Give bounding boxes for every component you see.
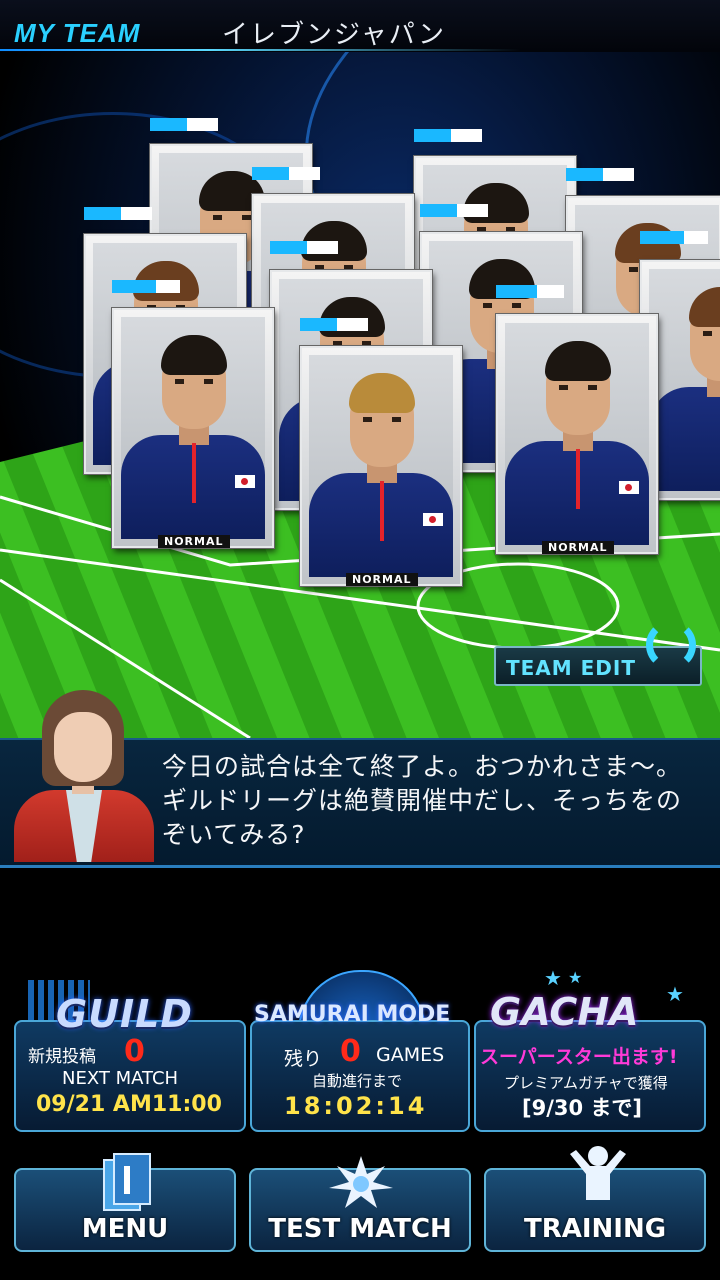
player-card[interactable]: NORMAL [496, 314, 658, 554]
stamina-gauge [414, 129, 482, 142]
gacha-panel[interactable]: ★ ★ ★ GACHA スーパースター出ます! プレミアムガチャで獲得 [9/3… [474, 966, 706, 1132]
card-rank: NORMAL [346, 573, 418, 586]
team-edit-label: TEAM EDIT [506, 656, 636, 680]
new-posts-count: 0 [124, 1034, 145, 1069]
burst-icon [329, 1156, 393, 1208]
stamina-gauge [300, 318, 368, 331]
japan-flag-icon [235, 475, 255, 488]
card-rank: NORMAL [158, 535, 230, 548]
stamina-gauge [270, 241, 338, 254]
stamina-gauge [252, 167, 320, 180]
stamina-gauge [150, 118, 218, 131]
samurai-mode-panel[interactable]: SAMURAI MODE 残り 0 GAMES 自動進行まで 18:02:14 [250, 970, 470, 1132]
samurai-mode-title: SAMURAI MODE [254, 1002, 451, 1027]
games-label: GAMES [376, 1044, 445, 1066]
assistant-avatar [14, 690, 154, 862]
menu-button[interactable]: MENU [14, 1153, 236, 1252]
japan-flag-icon [423, 513, 443, 526]
stamina-gauge [640, 231, 708, 244]
stamina-gauge [84, 207, 152, 220]
player-card[interactable]: NORMAL [300, 346, 462, 586]
stamina-gauge [420, 204, 488, 217]
screen: MY TEAM イレブンジャパン NORMAL NORMAL NORMAL TE… [0, 0, 720, 1280]
training-person-icon [570, 1146, 626, 1200]
team-edit-button[interactable]: TEAM EDIT [494, 620, 702, 686]
guild-panel[interactable]: GUILD 新規投稿 0 NEXT MATCH 09/21 AM11:00 [14, 980, 246, 1132]
next-match-time: 09/21 AM11:00 [36, 1092, 222, 1117]
training-button[interactable]: TRAINING [484, 1146, 706, 1252]
star-icon: ★ [568, 968, 583, 987]
star-icon: ★ [666, 982, 684, 1006]
header-bar: MY TEAM イレブンジャパン [0, 0, 720, 52]
stamina-gauge [112, 280, 180, 293]
dialog-message: 今日の試合は全て終了よ。おつかれさま〜。ギルドリーグは絶賛開催中だし、そっちをの… [162, 752, 683, 849]
next-match-label: NEXT MATCH [62, 1068, 179, 1089]
stamina-gauge [496, 285, 564, 298]
star-icon: ★ [544, 966, 562, 990]
gacha-banner: スーパースター出ます! [480, 1046, 678, 1068]
test-match-label: TEST MATCH [268, 1214, 452, 1244]
my-team-tag: MY TEAM [14, 18, 141, 48]
test-match-button[interactable]: TEST MATCH [249, 1156, 471, 1252]
team-formation-view: NORMAL NORMAL NORMAL TEAM EDIT [0, 52, 720, 738]
auto-progress-label: 自動進行まで [312, 1072, 403, 1090]
menu-label: MENU [81, 1214, 169, 1244]
refresh-cycle-icon [646, 620, 696, 670]
card-rank: NORMAL [542, 541, 614, 554]
japan-flag-icon [619, 481, 639, 494]
guild-title: GUILD [56, 992, 193, 1036]
gacha-title: GACHA [490, 990, 639, 1034]
player-card[interactable]: NORMAL [112, 308, 274, 548]
remaining-count: 0 [340, 1034, 361, 1069]
auto-progress-timer: 18:02:14 [284, 1092, 428, 1120]
new-posts-label: 新規投稿 [28, 1047, 96, 1067]
gacha-subtitle: プレミアムガチャで獲得 [504, 1074, 668, 1092]
remaining-label: 残り [284, 1048, 323, 1070]
gacha-period: [9/30 まで] [522, 1096, 643, 1120]
menu-book-icon [103, 1153, 151, 1211]
training-label: TRAINING [523, 1214, 667, 1244]
stamina-gauge [566, 168, 634, 181]
team-name: イレブンジャパン [222, 20, 447, 50]
